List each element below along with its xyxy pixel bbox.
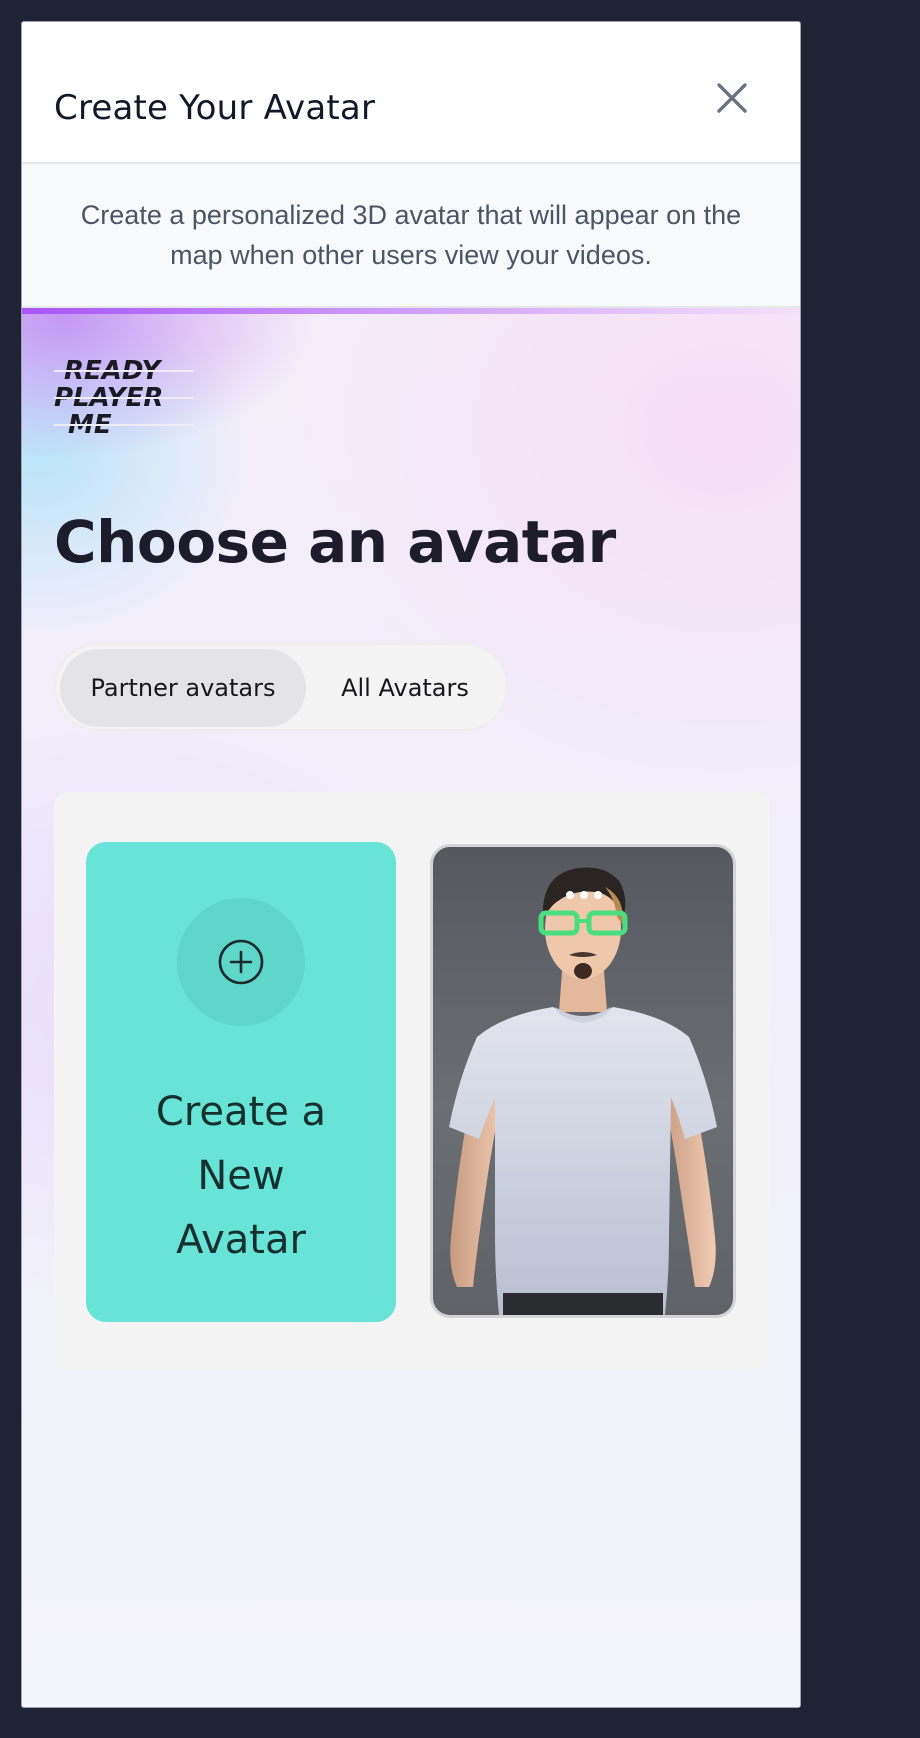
- create-new-avatar-button[interactable]: Create a New Avatar: [86, 842, 396, 1322]
- plus-circle-background: [177, 898, 305, 1026]
- close-button[interactable]: [706, 72, 758, 124]
- avatar-creator-frame: READY PLAYER ME Choose an avatar Partner…: [22, 308, 800, 1707]
- modal-title: Create Your Avatar: [54, 88, 376, 128]
- avatar-thumbnail-card[interactable]: [430, 844, 736, 1318]
- avatar-3d-render: [449, 867, 717, 1315]
- choose-avatar-heading: Choose an avatar: [54, 508, 616, 576]
- ready-player-me-logo: READY PLAYER ME: [54, 356, 194, 438]
- modal-description: Create a personalized 3D avatar that wil…: [22, 164, 800, 308]
- close-icon: [717, 83, 747, 113]
- modal-header: Create Your Avatar: [22, 22, 800, 164]
- plus-circle-icon: [218, 939, 264, 985]
- tab-partner-avatars[interactable]: Partner avatars: [60, 649, 306, 727]
- create-avatar-label: Create a New Avatar: [155, 1089, 327, 1263]
- tab-all-avatars[interactable]: All Avatars: [306, 649, 504, 727]
- avatar-modal: Create Your Avatar Create a personalized…: [21, 21, 801, 1708]
- more-dots-icon[interactable]: [563, 887, 605, 903]
- avatar-filter-tabs: Partner avatars All Avatars: [54, 643, 508, 731]
